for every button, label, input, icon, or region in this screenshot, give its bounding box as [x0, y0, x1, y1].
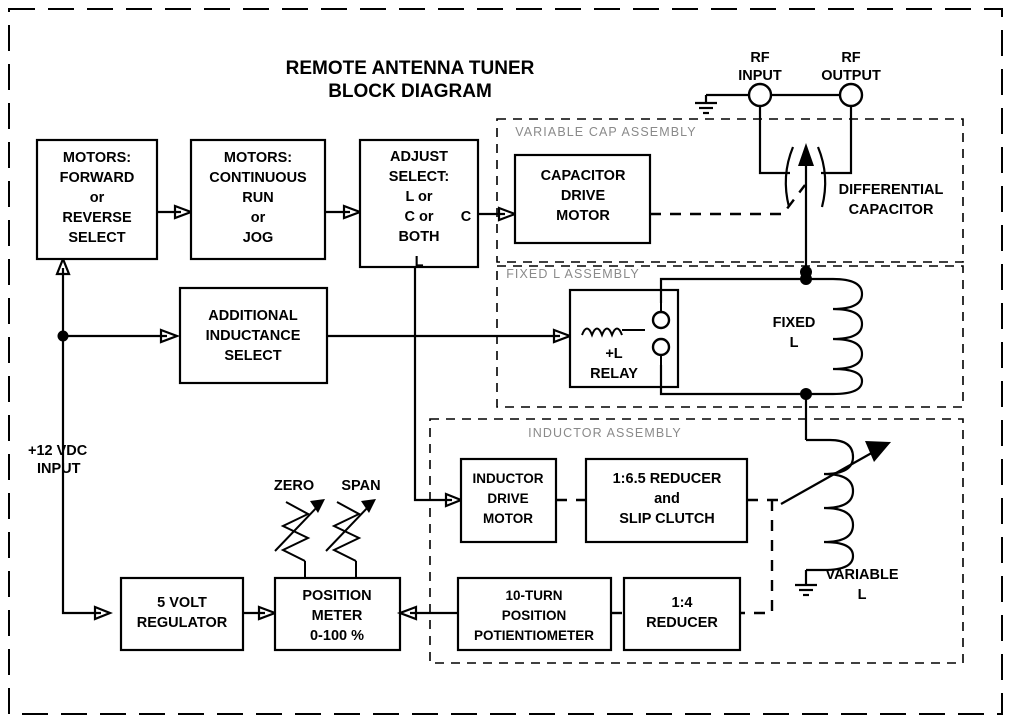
variable-cap-assembly-label: VARIABLE CAP ASSEMBLY	[515, 125, 697, 139]
fixed-l-label-line1: FIXED	[773, 315, 816, 331]
potentiometer-line2: POSITION	[502, 608, 567, 623]
fixed-l-assembly-label: FIXED L ASSEMBLY	[506, 267, 640, 281]
rotor-arrowhead	[798, 143, 814, 166]
variable-inductor-arrowhead	[865, 441, 891, 462]
variable-inductor-icon	[780, 438, 891, 572]
power-input-label-line2: INPUT	[37, 461, 81, 477]
reducer-clutch-line3: SLIP CLUTCH	[619, 511, 715, 527]
relay-line1: +L	[605, 346, 622, 362]
inductor-motor-line2: DRIVE	[487, 491, 528, 506]
adjust-select-line2: SELECT:	[389, 169, 449, 185]
rf-input-label-line2: INPUT	[738, 68, 782, 84]
inductor-assembly-label: INDUCTOR ASSEMBLY	[528, 426, 682, 440]
additional-inductance-line2: INDUCTANCE	[206, 328, 301, 344]
additional-inductance-line3: SELECT	[224, 348, 281, 364]
reducer-clutch-line2: and	[654, 491, 680, 507]
diagram-title-line1: REMOTE ANTENNA TUNER	[286, 58, 535, 79]
potentiometer-line3: POTIENTIOMETER	[474, 628, 594, 643]
cap-motor-line1: CAPACITOR	[541, 168, 626, 184]
variable-l-label-line2: L	[858, 587, 867, 603]
rf-output-label-line2: OUTPUT	[821, 68, 881, 84]
rf-output-terminal[interactable]	[838, 82, 864, 108]
motors-run-line1: MOTORS:	[224, 150, 292, 166]
potentiometer-line1: 10-TURN	[505, 588, 562, 603]
differential-capacitor-label-line2: CAPACITOR	[849, 202, 934, 218]
variable-l-label-line1: VARIABLE	[825, 567, 898, 583]
span-trimpot-icon[interactable]	[325, 499, 376, 578]
differential-capacitor-icon	[784, 143, 827, 272]
regulator-line1: 5 VOLT	[157, 595, 207, 611]
adjust-select-line1: ADJUST	[390, 149, 448, 165]
motors-select-line5: SELECT	[68, 230, 125, 246]
position-meter-line2: METER	[312, 608, 363, 624]
additional-inductance-line1: ADDITIONAL	[208, 308, 298, 324]
reducer-clutch-line1: 1:6.5 REDUCER	[613, 471, 722, 487]
ground-icon-rf	[695, 95, 717, 115]
motors-run-line5: JOG	[243, 230, 274, 246]
cap-motor-line2: DRIVE	[561, 188, 606, 204]
power-input-label-line1: +12 VDC	[28, 443, 88, 459]
reducer14-line1: 1:4	[672, 595, 693, 611]
block-diagram: REMOTE ANTENNA TUNER BLOCK DIAGRAM VARIA…	[8, 8, 1003, 715]
block-voltage-regulator[interactable]	[119, 576, 245, 652]
motors-select-line4: REVERSE	[62, 210, 132, 226]
motors-select-line2: FORWARD	[60, 170, 135, 186]
wire-rf-input-to-stator-left	[758, 106, 790, 175]
motors-run-line2: CONTINUOUS	[209, 170, 307, 186]
power-rail-12vdc	[61, 268, 101, 615]
rf-input-label-line1: RF	[750, 50, 769, 66]
fixed-l-label-line2: L	[790, 335, 799, 351]
motors-select-line1: MOTORS:	[63, 150, 131, 166]
motors-run-line4: or	[251, 210, 266, 226]
motors-select-line3: or	[90, 190, 105, 206]
inductor-motor-line3: MOTOR	[483, 511, 533, 526]
reducer14-line2: REDUCER	[646, 615, 718, 631]
block-reducer-1-4[interactable]	[622, 576, 742, 652]
rf-input-terminal[interactable]	[747, 82, 773, 108]
fixed-inductor-icon	[832, 277, 864, 396]
junction-dot-fixed-l-top	[800, 273, 812, 285]
diagram-title-line2: BLOCK DIAGRAM	[328, 81, 492, 102]
mechanical-link-cap-motor-to-rotor	[650, 184, 806, 216]
inductor-motor-line1: INDUCTOR	[472, 471, 543, 486]
differential-capacitor-label-line1: DIFFERENTIAL	[839, 182, 944, 198]
adjust-output-c-label: C	[461, 209, 472, 225]
zero-trimpot-icon[interactable]	[274, 499, 325, 578]
cap-motor-line3: MOTOR	[556, 208, 610, 224]
diagram-canvas: REMOTE ANTENNA TUNER BLOCK DIAGRAM VARIA…	[0, 0, 1011, 723]
adjust-select-line5: BOTH	[398, 229, 439, 245]
wire-adjust-l-to-inductor-motor	[413, 267, 452, 502]
rf-output-label-line1: RF	[841, 50, 860, 66]
ground-icon-variable-l	[795, 583, 817, 597]
relay-line2: RELAY	[590, 366, 638, 382]
position-meter-line3: 0-100 %	[310, 628, 364, 644]
adjust-select-line4: C or	[405, 209, 434, 225]
wire-rf-output-to-stator-right	[821, 106, 853, 175]
zero-label: ZERO	[274, 478, 314, 494]
adjust-select-line3: L or	[405, 189, 432, 205]
position-meter-line1: POSITION	[302, 588, 371, 604]
regulator-line2: REGULATOR	[137, 615, 228, 631]
span-label: SPAN	[341, 478, 380, 494]
motors-run-line3: RUN	[242, 190, 273, 206]
